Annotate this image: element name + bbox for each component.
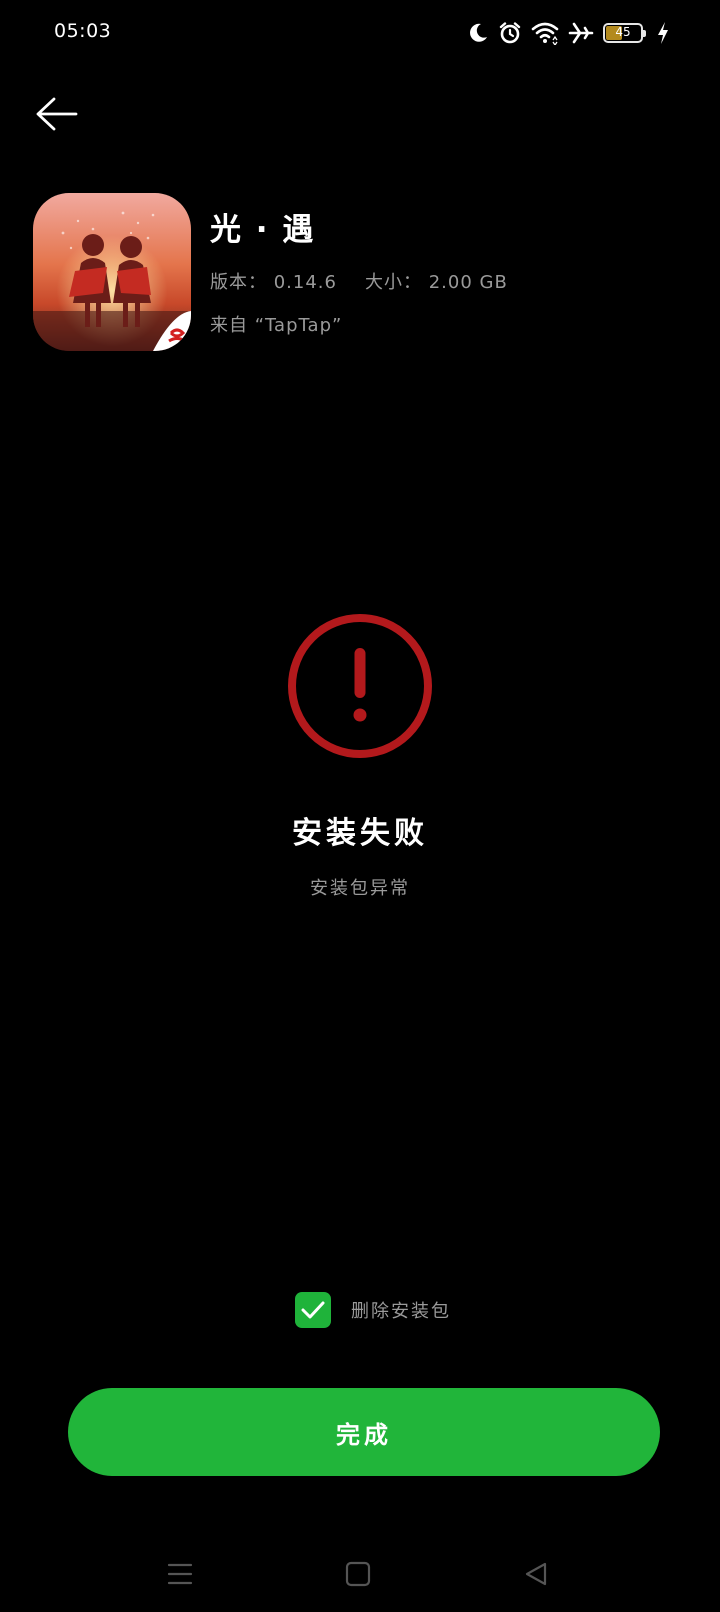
done-button[interactable]: 完成 bbox=[68, 1388, 660, 1476]
status-time: 05:03 bbox=[54, 20, 112, 42]
status-icons: 45 bbox=[467, 18, 670, 48]
app-version: 版本： 0.14.6 bbox=[210, 272, 337, 293]
delete-package-label: 删除安装包 bbox=[351, 1301, 451, 1322]
app-source: 来自 “TapTap” bbox=[210, 315, 343, 336]
alert-circle-icon bbox=[286, 612, 434, 760]
app-size: 大小： 2.00 GB bbox=[364, 272, 508, 293]
charging-icon bbox=[656, 21, 670, 45]
back-arrow-icon bbox=[36, 97, 78, 131]
status-bar: 05:03 45 bbox=[0, 0, 720, 66]
airplane-icon bbox=[568, 21, 594, 45]
moon-icon bbox=[467, 22, 489, 44]
battery-level: 45 bbox=[615, 25, 631, 39]
square-home-icon bbox=[345, 1561, 371, 1587]
check-icon bbox=[301, 1301, 325, 1319]
alarm-icon bbox=[498, 21, 522, 45]
result-title: 安装失败 bbox=[292, 816, 428, 851]
delete-package-checkbox[interactable] bbox=[295, 1292, 331, 1328]
app-name: 光 · 遇 bbox=[210, 212, 316, 248]
back-nav-button[interactable] bbox=[516, 1554, 556, 1594]
menu-nav-button[interactable] bbox=[160, 1554, 200, 1594]
battery-icon: 45 bbox=[603, 22, 647, 44]
triangle-back-icon bbox=[525, 1562, 547, 1586]
app-meta: 版本： 0.14.6 大小： 2.00 GB bbox=[210, 268, 508, 294]
menu-icon bbox=[167, 1563, 193, 1585]
back-button[interactable] bbox=[30, 92, 82, 136]
install-result-screen: 05:03 45 光 · 遇 版本： 0.14.6 大小： 2.00 GB 来自… bbox=[0, 0, 720, 1612]
system-nav-bar bbox=[0, 1540, 720, 1600]
app-icon bbox=[33, 193, 191, 351]
home-nav-button[interactable] bbox=[338, 1554, 378, 1594]
result-message: 安装包异常 bbox=[310, 878, 410, 899]
delete-package-option[interactable]: 删除安装包 bbox=[295, 1292, 451, 1328]
wifi-icon bbox=[531, 21, 559, 45]
